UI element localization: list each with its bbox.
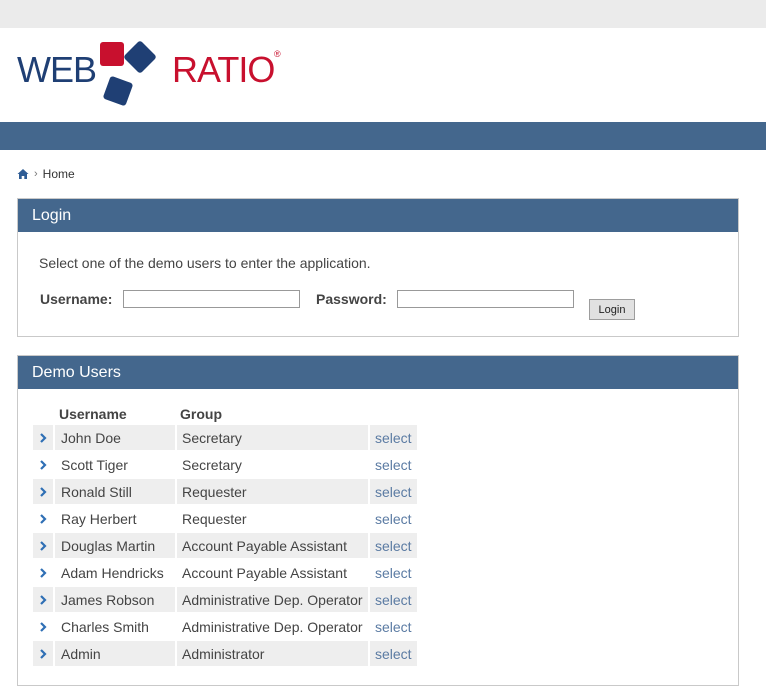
- logo-registered-mark: ®: [274, 49, 281, 59]
- chevron-right-icon[interactable]: [39, 567, 47, 578]
- row-expand-cell[interactable]: [33, 533, 53, 560]
- user-group: Secretary: [175, 425, 368, 452]
- select-link[interactable]: select: [368, 452, 417, 479]
- user-group: Administrator: [175, 641, 368, 668]
- user-group: Requester: [175, 506, 368, 533]
- username-input[interactable]: [123, 290, 300, 308]
- user-name: Ronald Still: [53, 479, 175, 506]
- chevron-right-icon[interactable]: [39, 432, 47, 443]
- row-expand-cell[interactable]: [33, 479, 53, 506]
- password-input[interactable]: [397, 290, 574, 308]
- row-expand-cell[interactable]: [33, 560, 53, 587]
- breadcrumb-home[interactable]: Home: [43, 167, 75, 181]
- select-link[interactable]: select: [368, 641, 417, 668]
- user-group: Account Payable Assistant: [175, 533, 368, 560]
- user-name: Charles Smith: [53, 614, 175, 641]
- logo-text-web: WEB: [17, 49, 97, 90]
- login-panel-title: Login: [18, 199, 738, 232]
- table-row: John Doe Secretary select: [33, 425, 417, 452]
- webratio-logo[interactable]: WEB RATIO ®: [17, 41, 297, 111]
- table-header-row: Username Group: [33, 403, 417, 425]
- chevron-right-icon[interactable]: [39, 621, 47, 632]
- user-group: Secretary: [175, 452, 368, 479]
- row-expand-cell[interactable]: [33, 506, 53, 533]
- browser-top-strip: [0, 0, 766, 28]
- logo-text-ratio: RATIO: [172, 49, 275, 90]
- user-name: Adam Hendricks: [53, 560, 175, 587]
- site-header: WEB RATIO ®: [0, 28, 766, 122]
- table-row: Charles Smith Administrative Dep. Operato…: [33, 614, 417, 641]
- user-name: Douglas Martin: [53, 533, 175, 560]
- breadcrumb-separator: ›: [34, 168, 38, 180]
- select-link[interactable]: select: [368, 533, 417, 560]
- chevron-right-icon[interactable]: [39, 513, 47, 524]
- table-row: Ronald Still Requester select: [33, 479, 417, 506]
- table-row: Adam Hendricks Account Payable Assistant s…: [33, 560, 417, 587]
- column-header-username: Username: [59, 406, 127, 422]
- demo-users-panel: Demo Users Username Group John Doe Secret…: [17, 355, 739, 686]
- select-link[interactable]: select: [368, 560, 417, 587]
- chevron-right-icon[interactable]: [39, 459, 47, 470]
- login-message: Select one of the demo users to enter th…: [39, 255, 371, 271]
- user-group: Administrative Dep. Operator: [175, 614, 368, 641]
- nav-bar: [0, 122, 766, 150]
- table-row: Ray Herbert Requester select: [33, 506, 417, 533]
- username-label: Username:: [40, 291, 113, 307]
- login-button[interactable]: Login: [589, 299, 635, 320]
- user-name: Ray Herbert: [53, 506, 175, 533]
- select-link[interactable]: select: [368, 425, 417, 452]
- user-name: Scott Tiger: [53, 452, 175, 479]
- select-link[interactable]: select: [368, 614, 417, 641]
- table-row: Admin Administrator select: [33, 641, 417, 668]
- user-name: John Doe: [53, 425, 175, 452]
- row-expand-cell[interactable]: [33, 587, 53, 614]
- chevron-right-icon[interactable]: [39, 540, 47, 551]
- user-group: Account Payable Assistant: [175, 560, 368, 587]
- user-group: Requester: [175, 479, 368, 506]
- row-expand-cell[interactable]: [33, 425, 53, 452]
- select-link[interactable]: select: [368, 479, 417, 506]
- column-header-group: Group: [180, 406, 222, 422]
- select-link[interactable]: select: [368, 587, 417, 614]
- table-row: Scott Tiger Secretary select: [33, 452, 417, 479]
- select-link[interactable]: select: [368, 506, 417, 533]
- user-name: James Robson: [53, 587, 175, 614]
- chevron-right-icon[interactable]: [39, 648, 47, 659]
- chevron-right-icon[interactable]: [39, 486, 47, 497]
- demo-users-title: Demo Users: [18, 356, 738, 389]
- user-group: Administrative Dep. Operator: [175, 587, 368, 614]
- row-expand-cell[interactable]: [33, 614, 53, 641]
- demo-users-table: Username Group John Doe Secretary select Sc…: [33, 403, 417, 668]
- chevron-right-icon[interactable]: [39, 594, 47, 605]
- user-name: Admin: [53, 641, 175, 668]
- table-row: James Robson Administrative Dep. Operator…: [33, 587, 417, 614]
- demo-users-rows: John Doe Secretary select Scott Tiger Secret…: [33, 425, 417, 668]
- password-label: Password:: [316, 291, 387, 307]
- breadcrumb: › Home: [17, 166, 75, 182]
- table-row: Douglas Martin Account Payable Assistant s…: [33, 533, 417, 560]
- home-icon[interactable]: [17, 168, 29, 180]
- row-expand-cell[interactable]: [33, 452, 53, 479]
- logo-squares-icon: [100, 41, 156, 106]
- login-panel: Login Select one of the demo users to en…: [17, 198, 739, 337]
- row-expand-cell[interactable]: [33, 641, 53, 668]
